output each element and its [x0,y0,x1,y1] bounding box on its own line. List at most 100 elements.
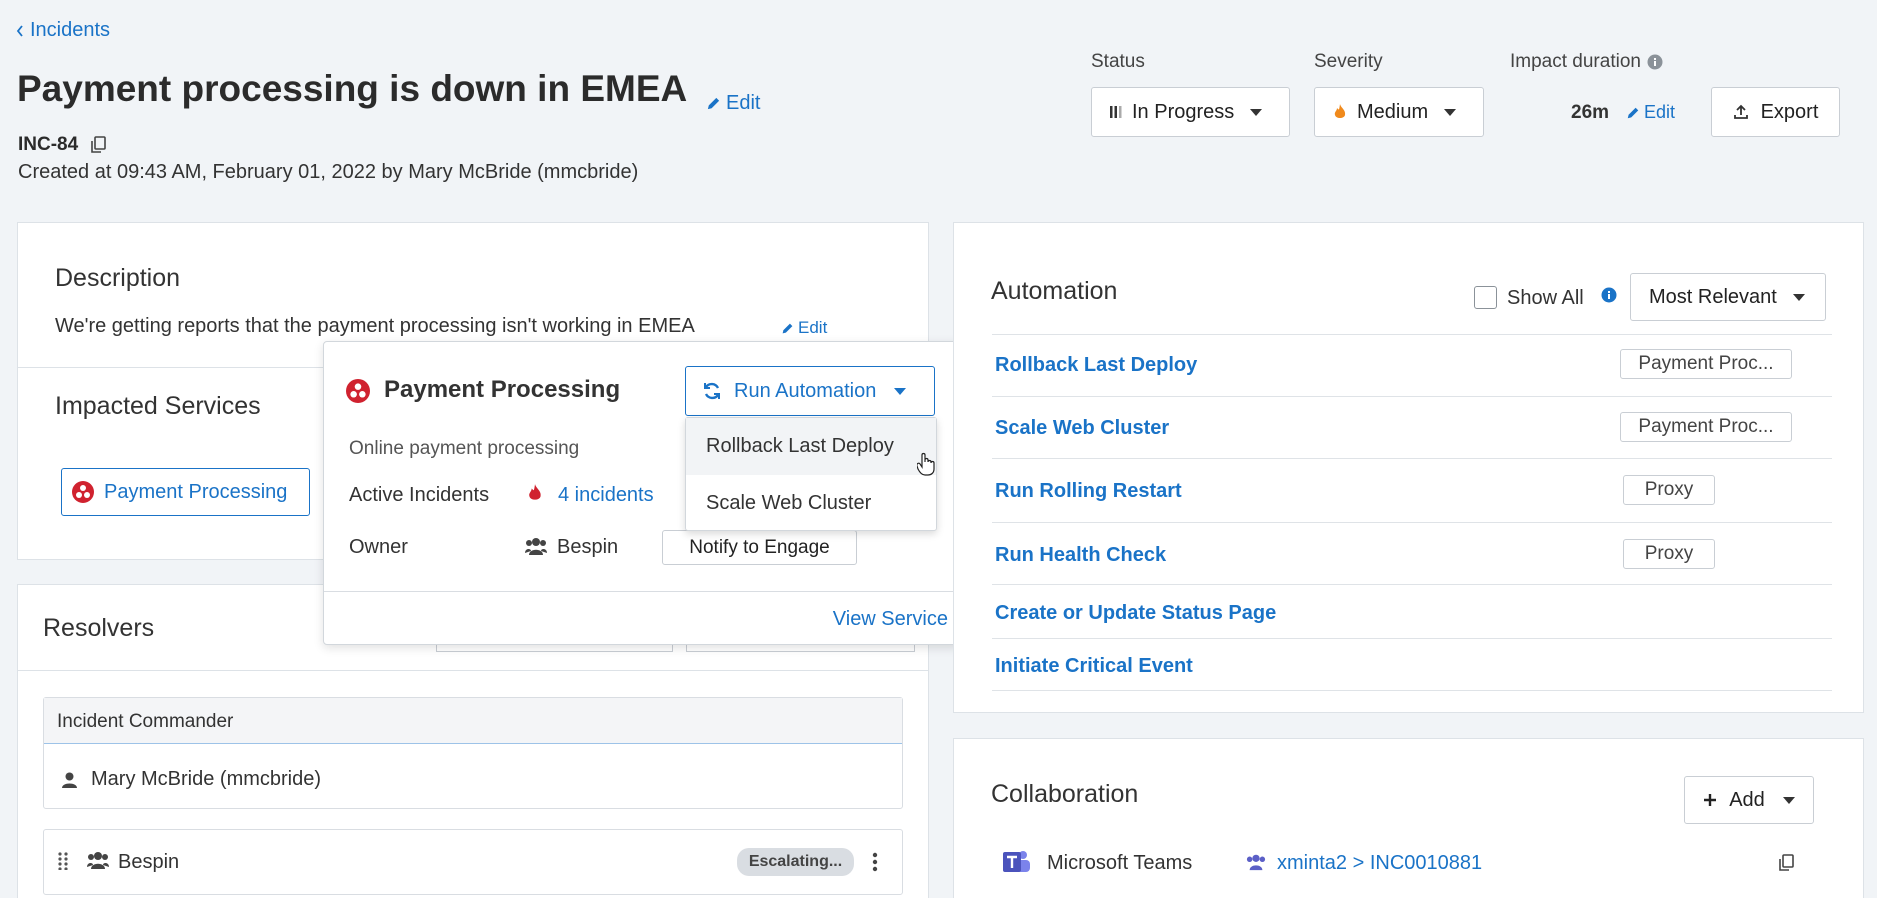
run-automation-menu: Rollback Last Deploy Scale Web Cluster [685,417,937,531]
sort-select[interactable]: Most Relevant [1630,273,1826,321]
pencil-icon [706,96,721,111]
impact-value: 26m [1571,102,1610,123]
owner-value: Bespin [557,536,619,558]
breadcrumb-label: Incidents [30,19,111,41]
pencil-icon [1626,106,1640,120]
commander-header: Incident Commander [57,711,234,732]
show-all-label: Show All [1507,287,1584,309]
automation-item-rolling-restart[interactable]: Run Rolling Restart [995,480,1182,503]
flame-icon [527,483,543,503]
view-service-link[interactable]: View Service [833,608,948,631]
copy-icon[interactable] [90,136,106,154]
kebab-menu-icon[interactable] [872,852,878,872]
popover-title: Payment Processing [384,376,621,403]
severity-value: Medium [1357,100,1429,123]
refresh-icon [702,381,722,401]
teams-icon [1001,849,1031,875]
divider [992,458,1832,459]
menu-item-scale[interactable]: Scale Web Cluster [686,475,936,532]
divider [992,584,1832,585]
chevron-down-icon [1782,796,1795,804]
incident-id-text: INC-84 [18,134,79,155]
incident-id: INC-84 [18,134,106,156]
info-icon[interactable] [1601,287,1617,303]
automation-item-status-page[interactable]: Create or Update Status Page [995,602,1276,625]
description-text: We're getting reports that the payment p… [55,315,695,337]
description-edit-label: Edit [798,318,828,337]
commander-name: Mary McBride (mmcbride) [91,768,322,790]
divider [992,690,1832,691]
automation-tag: Proxy [1623,475,1715,505]
automation-tag: Payment Proc... [1620,412,1792,442]
teams-channel-icon [1246,853,1266,871]
status-label: Status [1091,51,1145,72]
page-title: Payment processing is down in EMEA [17,68,688,109]
export-button[interactable]: Export [1711,87,1840,137]
impacted-service-label: Payment Processing [104,480,288,503]
breadcrumb-back-link[interactable]: Incidents [16,19,110,42]
description-title: Description [55,264,181,292]
team-icon [525,537,547,555]
active-incidents-label: Active Incidents [349,484,490,506]
description-edit-button[interactable]: Edit [781,318,827,338]
automation-tag: Proxy [1623,539,1715,569]
resolvers-title: Resolvers [43,614,155,642]
automation-tag: Payment Proc... [1620,349,1792,379]
chevron-down-icon [1792,293,1805,301]
plus-icon [1703,793,1717,807]
title-edit-button[interactable]: Edit [706,92,760,115]
automation-item-rollback[interactable]: Rollback Last Deploy [995,354,1197,377]
pencil-icon [781,322,794,335]
automation-item-critical-event[interactable]: Initiate Critical Event [995,655,1193,678]
run-automation-label: Run Automation [734,379,877,402]
impact-label: Impact duration [1510,51,1641,72]
add-button[interactable]: Add [1684,776,1814,824]
impacted-service-chip[interactable]: Payment Processing [61,468,310,516]
commander-row: Mary McBride (mmcbride) [62,768,321,791]
sort-value: Most Relevant [1649,285,1777,308]
divider [992,522,1832,523]
drag-handle-icon[interactable] [58,852,68,870]
divider [17,670,929,671]
hand-cursor-icon [917,452,935,476]
chevron-down-icon [894,387,907,395]
user-icon [62,772,77,788]
incidents-link[interactable]: 4 incidents [558,484,654,507]
export-label: Export [1760,100,1819,123]
status-value: In Progress [1132,100,1235,123]
run-automation-button[interactable]: Run Automation [685,366,935,416]
menu-item-rollback[interactable]: Rollback Last Deploy [686,418,936,475]
copy-icon[interactable] [1778,854,1794,872]
divider [992,638,1832,639]
severity-select[interactable]: Medium [1314,87,1484,137]
created-info: Created at 09:43 AM, February 01, 2022 b… [18,161,639,183]
team-icon [87,851,109,869]
add-label: Add [1729,788,1765,811]
owner-label: Owner [349,536,408,558]
upload-icon [1733,104,1749,120]
chevron-down-icon [1444,108,1457,116]
show-all-checkbox[interactable] [1474,286,1497,309]
automation-item-health-check[interactable]: Run Health Check [995,544,1166,567]
status-select[interactable]: In Progress [1091,87,1290,137]
impact-edit-button[interactable]: Edit [1626,102,1675,123]
info-icon[interactable] [1647,54,1663,70]
service-icon [72,481,94,503]
divider [992,334,1832,335]
pause-icon [1110,105,1122,119]
collaboration-tool: Microsoft Teams [1047,852,1193,874]
notify-engage-button[interactable]: Notify to Engage [662,530,857,565]
popover-subtitle: Online payment processing [349,438,580,459]
service-icon [346,379,370,403]
automation-title: Automation [991,277,1118,305]
chevron-left-icon [16,24,24,37]
flame-icon [1333,103,1347,121]
automation-item-scale[interactable]: Scale Web Cluster [995,417,1169,440]
impacted-services-title: Impacted Services [55,392,261,420]
collaboration-title: Collaboration [991,780,1139,808]
collaboration-channel-link[interactable]: xminta2 > INC0010881 [1277,852,1482,875]
impact-edit-label: Edit [1644,102,1676,122]
divider [992,396,1832,397]
severity-label: Severity [1314,51,1383,72]
title-edit-label: Edit [726,92,761,114]
